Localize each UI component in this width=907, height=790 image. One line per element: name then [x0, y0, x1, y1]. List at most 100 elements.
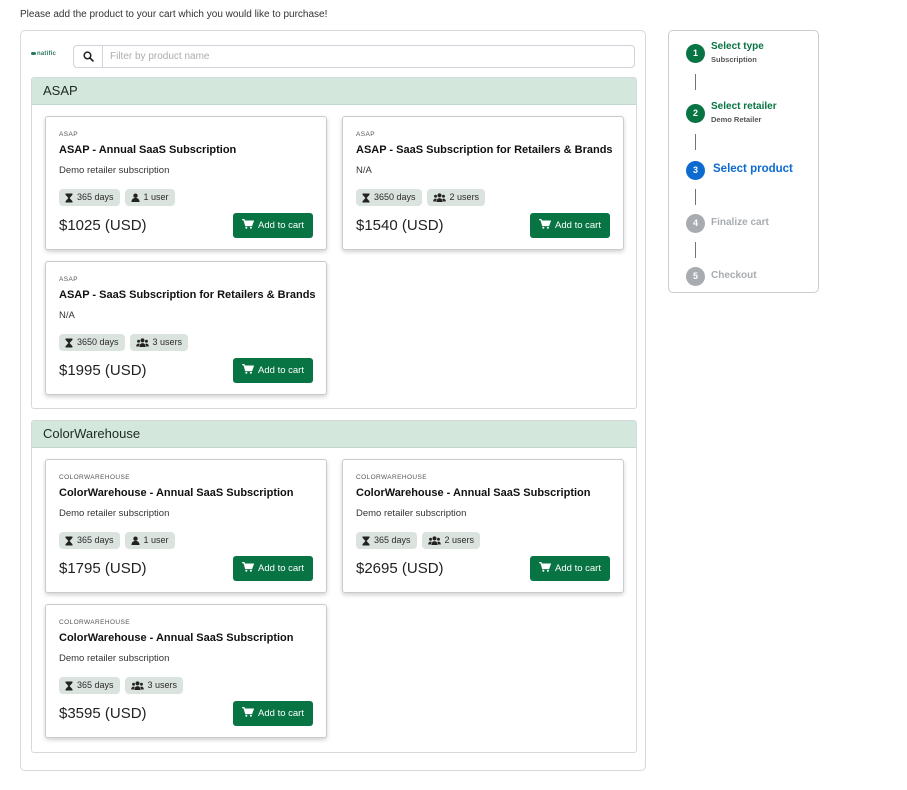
step-label: Checkout — [711, 270, 757, 281]
users-icon — [427, 536, 441, 545]
step-number: 4 — [686, 214, 705, 233]
product-title: ASAP - SaaS Subscription for Retailers &… — [356, 144, 613, 156]
product-brand: COLORWAREHOUSE — [59, 474, 130, 481]
add-to-cart-label: Add to cart — [555, 220, 601, 231]
product-badges: 3650 days 3 users — [59, 334, 189, 351]
product-title: ColorWarehouse - Annual SaaS Subscriptio… — [356, 487, 591, 499]
product-card: ASAP ASAP - Annual SaaS Subscription Dem… — [45, 116, 327, 250]
product-badges: 3650 days 2 users — [356, 189, 486, 206]
users-icon — [135, 338, 149, 347]
product-brand: COLORWAREHOUSE — [356, 474, 427, 481]
product-card: COLORWAREHOUSE ColorWarehouse - Annual S… — [342, 459, 624, 593]
users-label: 3 users — [152, 337, 183, 347]
product-title: ASAP - SaaS Subscription for Retailers &… — [59, 289, 316, 301]
hourglass-icon — [65, 338, 73, 348]
users-label: 2 users — [449, 192, 480, 202]
duration-badge: 3650 days — [356, 189, 422, 206]
step-label: Select type — [711, 41, 764, 52]
step-label: Finalize cart — [711, 217, 769, 228]
hourglass-icon — [65, 681, 73, 691]
product-badges: 365 days 1 user — [59, 532, 175, 549]
duration-label: 3650 days — [374, 192, 416, 202]
users-label: 3 users — [147, 680, 178, 690]
group-header: ASAP — [32, 78, 636, 105]
product-price: $3595 (USD) — [59, 705, 147, 722]
product-badges: 365 days 2 users — [356, 532, 481, 549]
retailer-logo: natific — [31, 51, 56, 57]
product-brand: ASAP — [59, 131, 78, 138]
step-connector — [695, 134, 696, 150]
users-label: 2 users — [444, 535, 475, 545]
duration-label: 365 days — [77, 680, 114, 690]
product-group: ASAP ASAP ASAP - Annual SaaS Subscriptio… — [31, 77, 637, 409]
duration-badge: 365 days — [356, 532, 417, 549]
duration-label: 365 days — [374, 535, 411, 545]
step-number: 5 — [686, 267, 705, 286]
add-to-cart-button[interactable]: Add to cart — [233, 556, 313, 581]
product-card: ASAP ASAP - SaaS Subscription for Retail… — [342, 116, 624, 250]
product-brand: ASAP — [356, 131, 375, 138]
duration-label: 365 days — [77, 192, 114, 202]
product-description: N/A — [59, 310, 75, 321]
duration-badge: 365 days — [59, 189, 120, 206]
add-to-cart-button[interactable]: Add to cart — [530, 213, 610, 238]
product-price: $2695 (USD) — [356, 560, 444, 577]
users-badge: 2 users — [426, 189, 486, 206]
product-price: $1995 (USD) — [59, 362, 147, 379]
search-input[interactable] — [103, 46, 642, 67]
users-badge: 2 users — [421, 532, 481, 549]
product-price: $1025 (USD) — [59, 217, 147, 234]
search-group — [73, 45, 642, 68]
add-to-cart-label: Add to cart — [258, 220, 304, 231]
cart-icon — [242, 364, 255, 377]
cart-icon — [242, 707, 255, 720]
add-to-cart-label: Add to cart — [258, 563, 304, 574]
users-badge: 3 users — [124, 677, 184, 694]
product-brand: COLORWAREHOUSE — [59, 619, 130, 626]
product-description: Demo retailer subscription — [356, 508, 467, 519]
add-to-cart-button[interactable]: Add to cart — [233, 701, 313, 726]
users-badge: 3 users — [129, 334, 189, 351]
step-sublabel: Subscription — [711, 55, 757, 64]
duration-label: 3650 days — [77, 337, 119, 347]
users-icon — [432, 193, 446, 202]
user-icon — [130, 193, 140, 202]
search-icon[interactable] — [74, 46, 103, 67]
hourglass-icon — [362, 193, 370, 203]
product-description: Demo retailer subscription — [59, 508, 170, 519]
product-description: N/A — [356, 165, 372, 176]
product-title: ColorWarehouse - Annual SaaS Subscriptio… — [59, 632, 294, 644]
product-badges: 365 days 1 user — [59, 189, 175, 206]
add-to-cart-button[interactable]: Add to cart — [233, 358, 313, 383]
users-label: 1 user — [143, 535, 169, 545]
add-to-cart-button[interactable]: Add to cart — [530, 556, 610, 581]
add-to-cart-label: Add to cart — [555, 563, 601, 574]
product-card: ASAP ASAP - SaaS Subscription for Retail… — [45, 261, 327, 395]
step-number: 2 — [686, 104, 705, 123]
checkout-stepper: 1 Select type Subscription 2 Select reta… — [668, 30, 819, 293]
users-badge: 1 user — [124, 532, 175, 549]
users-badge: 1 user — [124, 189, 175, 206]
users-icon — [130, 681, 144, 690]
product-card: COLORWAREHOUSE ColorWarehouse - Annual S… — [45, 604, 327, 738]
cart-icon — [242, 219, 255, 232]
add-to-cart-button[interactable]: Add to cart — [233, 213, 313, 238]
cart-icon — [539, 219, 552, 232]
hourglass-icon — [65, 193, 73, 203]
product-price: $1540 (USD) — [356, 217, 444, 234]
step-number: 1 — [686, 44, 705, 63]
product-group: ColorWarehouse COLORWAREHOUSE ColorWareh… — [31, 420, 637, 753]
step-number: 3 — [686, 161, 705, 180]
users-label: 1 user — [143, 192, 169, 202]
duration-label: 365 days — [77, 535, 114, 545]
hourglass-icon — [65, 536, 73, 546]
step-sublabel: Demo Retailer — [711, 115, 762, 124]
cart-icon — [242, 562, 255, 575]
step-connector — [695, 242, 696, 258]
product-panel: natific ASAP ASAP ASAP - Annual SaaS Sub… — [20, 30, 646, 771]
product-title: ASAP - Annual SaaS Subscription — [59, 144, 237, 156]
step-label: Select product — [713, 163, 793, 175]
step-connector — [695, 189, 696, 205]
product-brand: ASAP — [59, 276, 78, 283]
add-to-cart-label: Add to cart — [258, 365, 304, 376]
